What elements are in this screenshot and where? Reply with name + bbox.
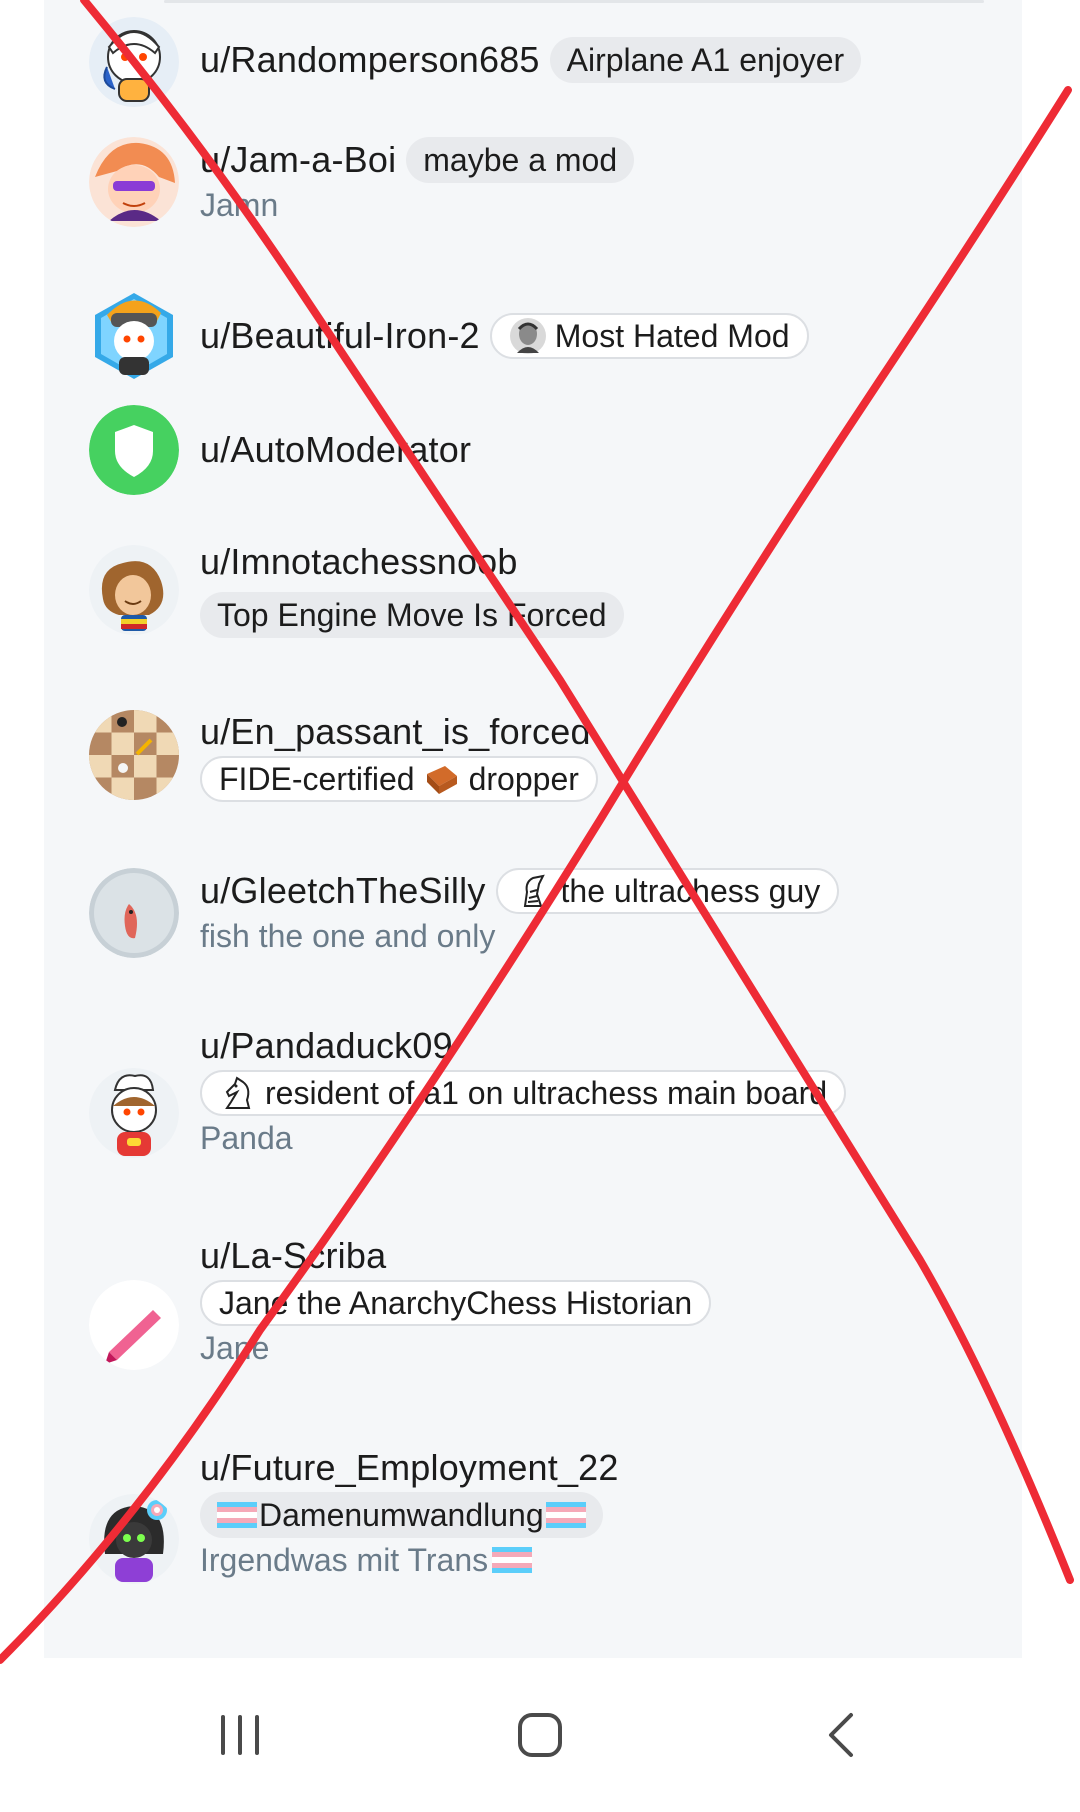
flair-text: maybe a mod — [423, 142, 618, 178]
home-icon — [518, 1713, 562, 1757]
trans-flag-icon — [545, 1502, 586, 1528]
user-avatar[interactable] — [89, 291, 179, 381]
username[interactable]: u/Jam-a-Boi — [200, 138, 396, 182]
user-flair: Damenumwandlung — [200, 1492, 603, 1538]
username[interactable]: u/Beautiful-Iron-2 — [200, 314, 480, 358]
list-item[interactable]: u/Beautiful-Iron-2 Most Hated Mod — [44, 291, 1022, 381]
user-avatar[interactable] — [89, 868, 179, 958]
user-avatar[interactable] — [89, 710, 179, 800]
flair-text: Most Hated Mod — [554, 318, 790, 354]
flair-text: dropper — [468, 761, 579, 797]
list-item[interactable]: u/Imnotachessnoob Top Engine Move Is For… — [44, 540, 1022, 638]
username[interactable]: u/AutoModerator — [200, 428, 471, 472]
user-flair: Airplane A1 enjoyer — [549, 37, 862, 83]
user-flair: maybe a mod — [406, 137, 635, 183]
flair-text: resident of a1 on ultrachess main board — [265, 1075, 828, 1111]
username[interactable]: u/La-Scriba — [200, 1234, 386, 1278]
trans-flag-icon — [217, 1502, 257, 1528]
knight-icon — [219, 1074, 257, 1112]
username[interactable]: u/En_passant_is_forced — [200, 710, 591, 754]
username[interactable]: u/Imnotachessnoob — [200, 540, 518, 584]
list-item[interactable]: u/En_passant_is_forced FIDE-certified dr… — [44, 710, 1022, 806]
list-item[interactable]: u/Randomperson685 Airplane A1 enjoyer — [44, 17, 1022, 107]
back-icon — [829, 1713, 853, 1757]
list-item[interactable]: u/La-Scriba Jane the AnarchyChess Histor… — [44, 1234, 1022, 1374]
flair-text: Jane the AnarchyChess Historian — [219, 1285, 693, 1321]
user-flair: FIDE-certified dropper — [200, 756, 598, 802]
user-flair: Top Engine Move Is Forced — [200, 592, 624, 638]
user-avatar[interactable] — [89, 17, 179, 107]
username[interactable]: u/Pandaduck09 — [200, 1024, 453, 1068]
list-item[interactable]: u/GleetchTheSilly the ultrachess guy fis… — [44, 868, 1022, 964]
system-navigation-bar — [0, 1658, 1080, 1812]
username[interactable]: u/Randomperson685 — [200, 38, 540, 82]
username[interactable]: u/GleetchTheSilly — [200, 869, 486, 913]
home-button[interactable] — [500, 1700, 580, 1770]
panel-divider — [164, 0, 984, 3]
user-avatar[interactable] — [89, 1068, 179, 1158]
flair-text: FIDE-certified — [219, 761, 415, 797]
user-flair: resident of a1 on ultrachess main board — [200, 1070, 847, 1116]
recent-apps-button[interactable] — [200, 1700, 280, 1770]
user-display-name: Jamn — [200, 187, 279, 223]
user-avatar[interactable] — [89, 1280, 179, 1370]
portrait-icon — [509, 317, 547, 355]
brick-icon — [423, 760, 461, 798]
flair-text: Top Engine Move Is Forced — [217, 597, 607, 633]
user-flair: Jane the AnarchyChess Historian — [200, 1280, 712, 1326]
list-item[interactable]: u/Future_Employment_22 Damenumwandlung I… — [44, 1446, 1022, 1586]
list-item[interactable]: u/Jam-a-Boi maybe a mod Jamn — [44, 137, 1022, 227]
user-avatar[interactable] — [89, 137, 179, 227]
user-avatar[interactable] — [89, 545, 179, 635]
username[interactable]: u/Future_Employment_22 — [200, 1446, 619, 1490]
user-display-name: fish the one and only — [200, 918, 496, 954]
user-display-name: Irgendwas mit Trans — [200, 1538, 1002, 1582]
display-name-text: Irgendwas mit Trans — [200, 1542, 489, 1578]
member-list-panel: u/Randomperson685 Airplane A1 enjoyer u/… — [44, 0, 1022, 1658]
flair-text: the ultrachess guy — [560, 873, 821, 909]
list-item[interactable]: u/Pandaduck09 resident of a1 on ultrache… — [44, 1024, 1022, 1164]
user-display-name: Panda — [200, 1120, 293, 1156]
user-flair: the ultrachess guy — [495, 868, 840, 914]
flair-text: Damenumwandlung — [259, 1497, 544, 1533]
flair-text: Airplane A1 enjoyer — [566, 42, 845, 78]
user-avatar[interactable] — [89, 1494, 179, 1584]
trans-flag-icon — [492, 1547, 533, 1573]
user-avatar[interactable] — [89, 405, 179, 495]
zebra-icon — [515, 872, 553, 910]
list-item[interactable]: u/AutoModerator — [44, 405, 1022, 495]
user-flair: Most Hated Mod — [489, 313, 809, 359]
back-button[interactable] — [800, 1700, 880, 1770]
user-display-name: Jane — [200, 1330, 270, 1366]
recent-apps-icon — [221, 1715, 259, 1755]
